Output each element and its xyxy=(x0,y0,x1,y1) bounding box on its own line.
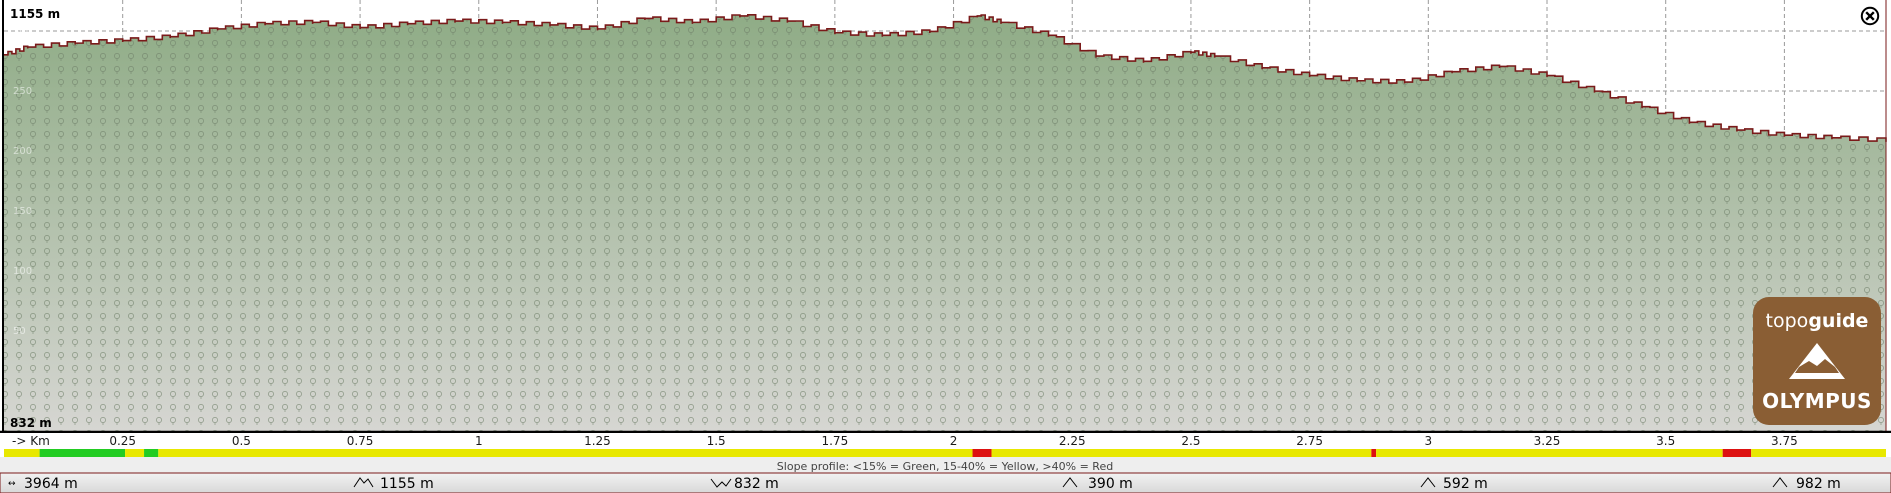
min-altitude-value: 832 m xyxy=(734,476,779,492)
y-tick-label: 200 xyxy=(13,146,32,157)
slope-segment xyxy=(158,449,973,457)
km-axis-strip xyxy=(0,433,1891,449)
x-tick-label: 2 xyxy=(950,434,958,448)
elevation-profile xyxy=(4,14,1887,432)
close-button[interactable] xyxy=(1860,6,1880,26)
slope-segment xyxy=(144,449,159,457)
km-axis-prefix: -> Km xyxy=(12,434,50,448)
x-tick-label: 3.75 xyxy=(1771,434,1798,448)
slope-segment xyxy=(1751,449,1886,457)
min-altitude-label: 832 m xyxy=(10,416,52,430)
x-tick-label: 1.25 xyxy=(584,434,611,448)
logo-topo: topo xyxy=(1765,310,1809,332)
ascent-value: 390 m xyxy=(1088,476,1133,492)
slope-segment xyxy=(1722,449,1752,457)
x-tick-label: 1.75 xyxy=(821,434,848,448)
x-ticks: 0.25 0.5 0.75 1 1.25 1.5 1.75 2 2.25 2.5 2.75 3 3.25… xyxy=(109,434,1797,448)
max-altitude-value: 1155 m xyxy=(380,476,434,492)
x-tick-label: 2.5 xyxy=(1181,434,1200,448)
x-tick-label: 0.5 xyxy=(232,434,251,448)
slope-segment xyxy=(125,449,145,457)
x-tick-label: 0.25 xyxy=(109,434,136,448)
slope-legend: Slope profile: <15% = Green, 15-40% = Ye… xyxy=(777,460,1113,473)
distance-value: 3964 m xyxy=(24,476,78,492)
x-tick-label: 2.25 xyxy=(1059,434,1086,448)
mountain-icon xyxy=(1789,343,1845,379)
logo-guide: guide xyxy=(1808,310,1869,332)
x-tick-label: 0.75 xyxy=(347,434,374,448)
logo-olympus: OLYMPUS xyxy=(1762,389,1872,413)
logo-wordmark: topoguide xyxy=(1753,310,1881,332)
close-icon xyxy=(1860,6,1880,26)
y-tick-label: 250 xyxy=(13,86,32,97)
y-tick-label: 150 xyxy=(13,206,32,217)
slope-segment xyxy=(39,449,126,457)
descent-value: 592 m xyxy=(1443,476,1488,492)
x-tick-label: 3 xyxy=(1424,434,1432,448)
max-altitude-label: 1155 m xyxy=(10,7,60,21)
forest-pattern xyxy=(4,14,1886,432)
y-tick-label: 50 xyxy=(13,326,26,337)
y-tick-label: 300 xyxy=(13,26,32,37)
altitude-diff-value: 982 m xyxy=(1796,476,1841,492)
x-tick-label: 1 xyxy=(475,434,483,448)
slope-segment xyxy=(1371,449,1377,457)
x-tick-label: 3.25 xyxy=(1534,434,1561,448)
stats-strip xyxy=(0,473,1891,493)
y-tick-label: 100 xyxy=(13,266,32,277)
slope-segment xyxy=(4,449,40,457)
slope-segment xyxy=(972,449,992,457)
x-tick-label: 3.5 xyxy=(1656,434,1675,448)
elevation-chart: 300 250 200 150 100 50 1155 m 832 m -> Km 0.2… xyxy=(0,0,1891,493)
x-tick-label: 2.75 xyxy=(1296,434,1323,448)
x-tick-label: 1.5 xyxy=(707,434,726,448)
slope-segment xyxy=(991,449,1372,457)
topoguide-logo: topoguide OLYMPUS xyxy=(1753,297,1881,425)
distance-icon: ↔ xyxy=(8,479,16,489)
slope-segment xyxy=(1376,449,1723,457)
